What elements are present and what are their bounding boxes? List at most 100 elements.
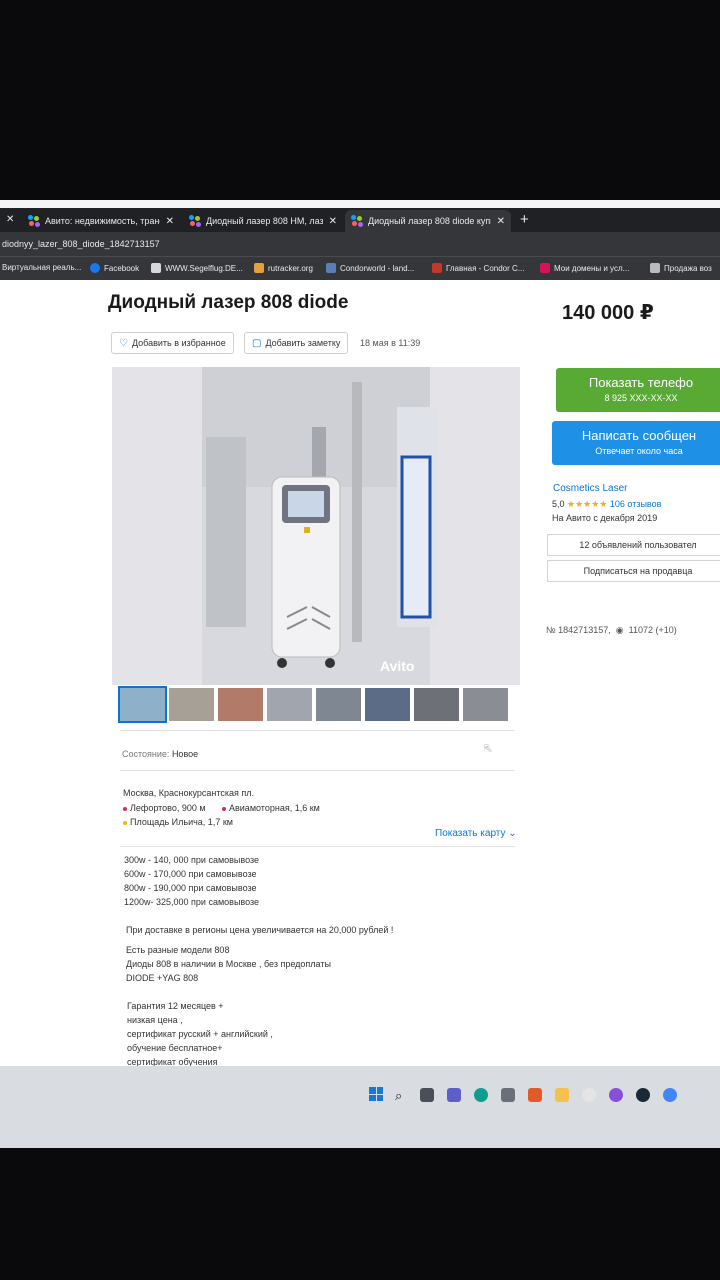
thumbnail[interactable] [414, 688, 459, 721]
show-map-label: Показать карту [435, 828, 506, 839]
ad-info: № 1842713157, ◉ 11072 (+10) [546, 625, 677, 636]
thumbnail[interactable] [463, 688, 508, 721]
windows-icon[interactable] [369, 1087, 383, 1101]
metro-line-icon [123, 820, 127, 825]
description-line: низкая цена , [127, 1015, 183, 1025]
description-line: Гарантия 12 месяцев + [127, 1001, 224, 1011]
write-message-button[interactable]: Написать сообщен Отвечает около часа [552, 421, 720, 465]
bookmark-label: Condorworld - land... [340, 263, 415, 273]
add-favorite-button[interactable]: ♡ Добавить в избранное [111, 332, 234, 354]
close-icon[interactable]: ✕ [166, 216, 174, 227]
metro-name: Авиамоторная, 1,6 км [229, 803, 320, 813]
search-icon[interactable]: ⌕ [395, 1088, 409, 1103]
edge-icon[interactable] [474, 1088, 488, 1102]
calendar-icon[interactable] [501, 1088, 515, 1102]
rutracker-icon [254, 263, 264, 273]
show-phone-button[interactable]: Показать телефо 8 925 XXX-XX-XX [556, 368, 720, 412]
bookmark-label: WWW.Segelflug.DE... [165, 263, 243, 273]
thumbnail[interactable] [218, 688, 263, 721]
tab-laser-diode[interactable]: Диодный лазер 808 diode купит ✕ [345, 210, 511, 232]
plus-icon[interactable]: + [520, 211, 529, 228]
tab-laser-nm[interactable]: Диодный лазер 808 НМ, лазерн ✕ [183, 210, 343, 232]
metro-name: Лефортово, 900 м [130, 803, 206, 813]
tab-title: Диодный лазер 808 НМ, лазерн [206, 216, 323, 226]
tab-bar: ✕ Авито: недвижимость, транспор ✕ Диодны… [0, 208, 720, 232]
heart-icon: ♡ [119, 337, 128, 349]
avito-icon [28, 215, 40, 227]
thumbnail[interactable] [118, 686, 167, 723]
listing-page: Диодный лазер 808 diode 140 000 ₽ ♡ Доба… [0, 280, 720, 1090]
bookmark-item[interactable]: WWW.Segelflug.DE... [151, 263, 243, 273]
chevron-down-icon: ⌄ [505, 828, 517, 839]
condor-icon [326, 263, 336, 273]
star-icon: ★★★★★ [567, 499, 608, 509]
publish-date: 18 мая в 11:39 [360, 338, 421, 348]
bookmark-item[interactable]: Виртуальная реаль... [2, 263, 81, 272]
bookmark-label: Facebook [104, 263, 140, 273]
metro-line-icon [222, 806, 226, 811]
close-icon[interactable]: ✕ [497, 216, 505, 227]
thumbnail[interactable] [267, 688, 312, 721]
subscribe-seller-button[interactable]: Подписаться на продавца [547, 560, 720, 582]
close-icon[interactable]: ✕ [6, 214, 14, 225]
bookmark-item[interactable]: Condorworld - land... [326, 263, 414, 273]
ad-number: № 1842713157, [546, 625, 611, 635]
steam-icon[interactable] [636, 1088, 650, 1102]
favorite-label: Добавить в избранное [131, 338, 226, 348]
mouse-cursor-icon: ↖ [483, 741, 494, 755]
task-view-icon[interactable] [420, 1088, 434, 1102]
laser-device-photo: Avito [202, 367, 437, 685]
folder-icon[interactable] [555, 1088, 569, 1102]
main-photo[interactable]: Avito [112, 367, 520, 685]
metro-line-icon [123, 806, 127, 811]
listing-price: 140 000 ₽ [562, 302, 654, 324]
add-note-button[interactable]: ▢ Добавить заметку [244, 332, 349, 354]
tab-avito[interactable]: Авито: недвижимость, транспор ✕ [22, 210, 180, 232]
description-line: 600w - 170,000 при самовывозе [124, 869, 257, 879]
condor-c-icon [432, 263, 442, 273]
description-line: 800w - 190,000 при самовывозе [124, 883, 257, 893]
bookmark-item[interactable]: rutracker.org [254, 263, 313, 273]
thumbnail[interactable] [316, 688, 361, 721]
seller-rating: 5,0 ★★★★★ 106 отзывов [552, 499, 661, 510]
note-icon: ▢ [252, 337, 262, 349]
bookmark-item[interactable]: Главная - Condor C... [432, 263, 524, 273]
teams-icon[interactable] [447, 1088, 461, 1102]
divider [120, 770, 515, 771]
segelflug-icon [151, 263, 161, 273]
description-line: DIODE +YAG 808 [126, 973, 199, 983]
windows-taskbar: ⌕ [0, 1066, 720, 1148]
condition-label: Состояние: [122, 749, 170, 759]
tab-title: Авито: недвижимость, транспор [45, 216, 160, 226]
avito-watermark: Avito [380, 658, 414, 674]
bookmark-item[interactable]: Продажа воз [650, 263, 712, 273]
write-message-label: Написать сообщен [581, 428, 697, 443]
seller-listings-button[interactable]: 12 объявлений пользовател [547, 534, 720, 556]
avito-icon [351, 215, 363, 227]
location-address: Москва, Краснокурсантская пл. [123, 788, 255, 798]
thumbnail[interactable] [365, 688, 410, 721]
page-icon [650, 263, 660, 273]
chrome-icon[interactable] [663, 1088, 677, 1102]
seller-since: На Авито с декабря 2019 [552, 513, 658, 523]
divider [120, 846, 515, 847]
thumbnail[interactable] [169, 688, 214, 721]
store-icon[interactable] [528, 1088, 542, 1102]
url-text: diodnyy_lazer_808_diode_1842713157 [2, 239, 160, 249]
bookmark-item[interactable]: Мои домены и усл... [540, 263, 629, 273]
address-bar[interactable]: diodnyy_lazer_808_diode_1842713157 [0, 232, 720, 256]
phone-number: 8 925 XXX-XX-XX [604, 393, 678, 403]
reviews-link[interactable]: 106 отзывов [610, 499, 662, 509]
avito-icon [189, 215, 201, 227]
close-icon[interactable]: ✕ [329, 216, 337, 227]
viber-icon[interactable] [609, 1088, 623, 1102]
note-label: Добавить заметку [265, 338, 341, 348]
description-line: сертификат русский + английский , [127, 1029, 273, 1039]
bookmark-item[interactable]: Facebook [90, 263, 139, 273]
seller-name-link[interactable]: Cosmetics Laser [553, 483, 627, 494]
condition-row: Состояние: Новое [122, 749, 198, 759]
show-map-link[interactable]: Показать карту ⌄ [435, 828, 517, 839]
seller-listings-label: 12 объявлений пользовател [579, 540, 697, 550]
divider [120, 730, 515, 731]
yandex-icon[interactable] [582, 1088, 596, 1102]
